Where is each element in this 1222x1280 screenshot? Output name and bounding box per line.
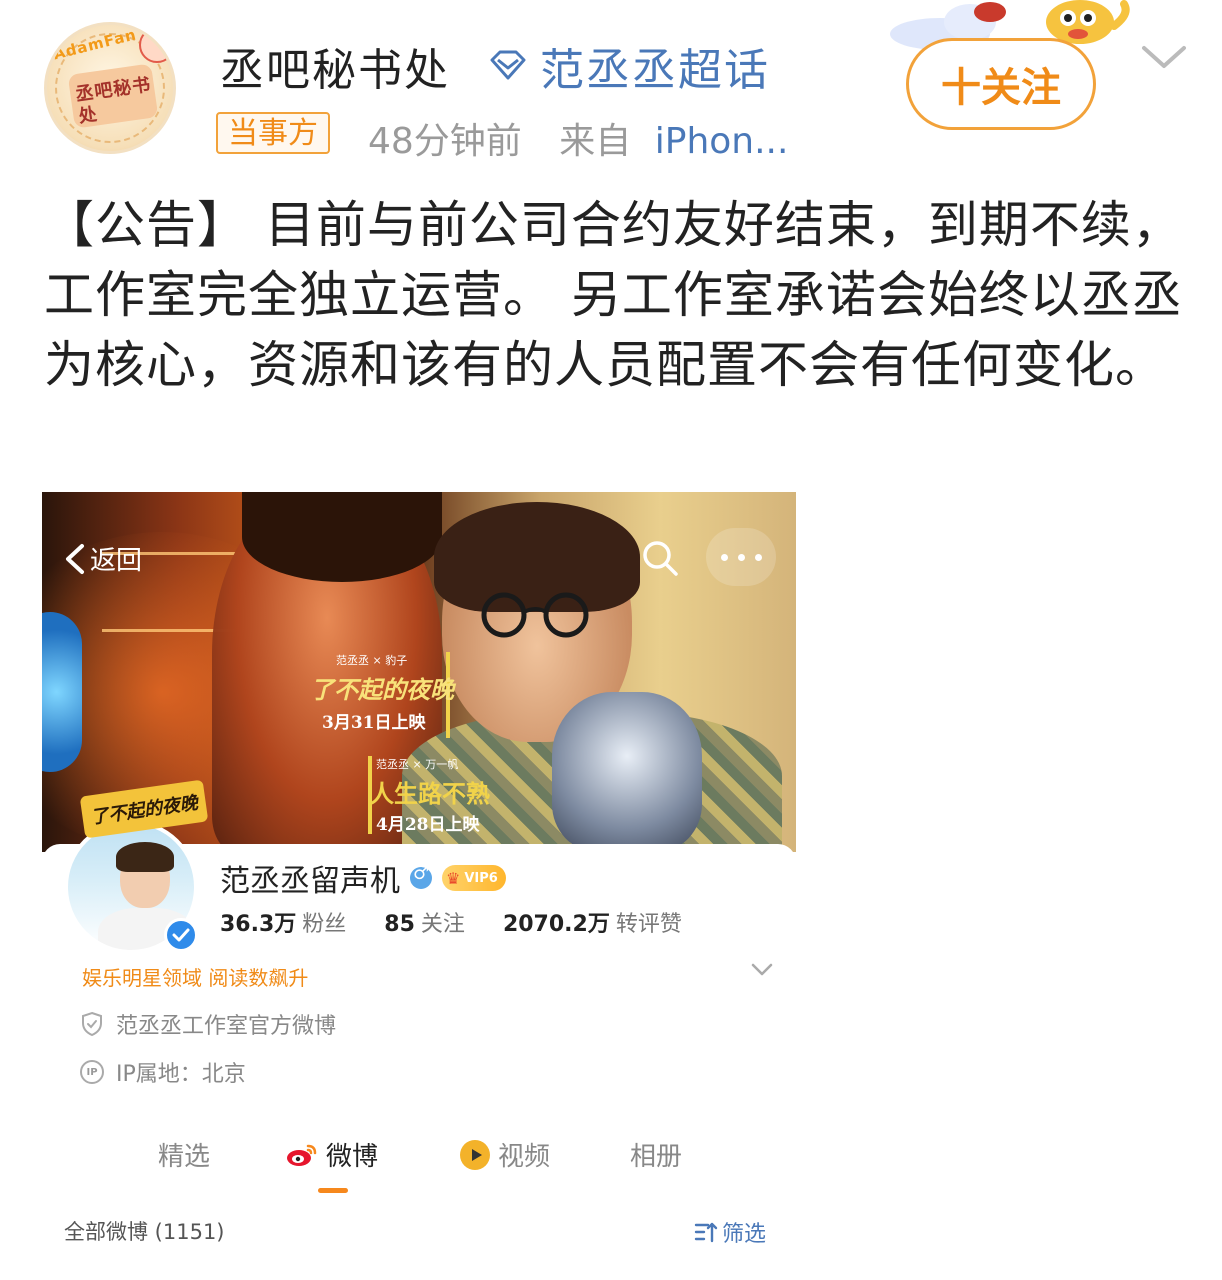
vip-label: VIP6 [464, 870, 498, 886]
poster1-date: 3月31日上映 [322, 713, 426, 733]
stat-following-label: 关注 [420, 912, 465, 937]
profile-stats: 36.3万 粉丝 85 关注 2070.2万 转评赞 [220, 906, 682, 938]
chevron-down-icon[interactable] [1140, 44, 1188, 72]
stat-interactions: 2070.2万 转评赞 [503, 906, 682, 938]
embedded-profile-screenshot[interactable]: 范丞丞 × 豹子 了不起的夜晚 3月31日上映 范丞丞 × 万一帆 人生路不熟 … [42, 492, 796, 1247]
profile-avatar-hair [116, 842, 174, 872]
verification-line: 范丞丞工作室官方微博 [80, 1008, 336, 1040]
avatar-cartoon-face [139, 27, 173, 63]
poster2-title: 人生路不熟 [370, 779, 490, 808]
post-body-text: 【公告】 目前与前公司合约友好结束，到期不续，工作室完全独立运营。 另工作室承诺… [44, 196, 1183, 394]
back-label: 返回 [90, 546, 143, 576]
follow-button[interactable]: 十关注 [906, 38, 1096, 130]
banner-blue-light [42, 612, 82, 772]
weibo-icon [287, 1144, 317, 1166]
domain-tag[interactable]: 娱乐明星领域 阅读数飙升 [82, 962, 308, 991]
chevron-down-icon[interactable] [750, 962, 774, 978]
verified-icon [164, 918, 198, 952]
profile-tabs: 精选 微博 视频 相册 [42, 1136, 796, 1193]
tab-weibo[interactable]: 微博 [286, 1136, 378, 1173]
video-icon [460, 1139, 490, 1170]
ip-text: IP属地：北京 [116, 1062, 246, 1087]
banner-person-left-hair [242, 492, 442, 582]
filter-icon [694, 1222, 718, 1243]
tab-video[interactable]: 视频 [460, 1136, 550, 1173]
male-icon [410, 863, 432, 889]
post-author-name[interactable]: 丞吧秘书处 [220, 34, 450, 98]
movie-poster-1: 范丞丞 × 豹子 了不起的夜晚 3月31日上映 [310, 648, 472, 744]
more-icon[interactable] [706, 528, 776, 586]
all-posts-count[interactable]: 全部微博 (1151) [64, 1216, 225, 1246]
stat-fans-label: 粉丝 [302, 912, 347, 937]
vip-badge[interactable]: ♛ VIP6 [442, 865, 506, 891]
back-button[interactable]: 返回 [62, 540, 142, 577]
tab-featured[interactable]: 精选 [158, 1136, 210, 1173]
tab-weibo-label: 微博 [326, 1142, 379, 1172]
post-source-prefix: 来自 [559, 121, 632, 162]
profile-card: 了不起的夜晚 范丞丞留声机 ♛ VIP6 36.3万粉丝 85关注 2070.2… [42, 779, 796, 1247]
vip-crown-icon: ♛ [446, 868, 461, 888]
ip-icon: IP [80, 1060, 104, 1084]
poster2-date: 4月28日上映 [376, 815, 480, 835]
search-icon[interactable] [640, 538, 680, 578]
profile-name-row: 范丞丞留声机 ♛ VIP6 [220, 856, 506, 900]
stat-following[interactable]: 85 关注 [384, 906, 465, 938]
profile-name: 范丞丞留声机 [220, 864, 400, 899]
super-topic-label: 范丞丞超话 [540, 45, 770, 96]
stat-fans-num: 36.3万 [220, 912, 297, 937]
filter-label: 筛选 [722, 1222, 767, 1247]
ip-line: IP IP属地：北京 [80, 1056, 246, 1088]
stat-interactions-label: 转评赞 [615, 912, 682, 937]
verification-text: 范丞丞工作室官方微博 [116, 1014, 337, 1039]
diamond-icon [490, 50, 526, 80]
post-meta: 48分钟前 来自 iPhon... [368, 112, 788, 164]
poster1-credits: 范丞丞 × 豹子 [336, 654, 408, 667]
stat-fans[interactable]: 36.3万 粉丝 [220, 906, 346, 938]
super-topic-link[interactable]: 范丞丞超话 [486, 34, 770, 98]
post-source-link[interactable]: iPhon... [655, 121, 789, 162]
active-tab-indicator [318, 1188, 348, 1193]
banner-trophy [552, 692, 702, 852]
back-arrow-icon [66, 543, 84, 574]
poster2-credits: 范丞丞 × 万一帆 [376, 758, 459, 771]
author-avatar[interactable]: AdamFan 丞吧秘书处 [44, 22, 176, 154]
tab-album-label: 相册 [630, 1142, 683, 1172]
shield-icon [82, 1011, 102, 1037]
banner-glasses [481, 592, 589, 638]
stat-interactions-num: 2070.2万 [502, 912, 610, 937]
tab-featured-label: 精选 [158, 1142, 211, 1172]
movie-poster-2: 范丞丞 × 万一帆 人生路不熟 4月28日上映 [364, 752, 504, 838]
poster1-title: 了不起的夜晚 [310, 675, 454, 704]
filter-button[interactable]: 筛选 [694, 1216, 766, 1248]
stat-following-num: 85 [384, 912, 415, 937]
stakeholder-badge: 当事方 [216, 112, 330, 154]
post-time: 48分钟前 [368, 121, 522, 162]
tab-album[interactable]: 相册 [630, 1136, 682, 1173]
tab-video-label: 视频 [498, 1142, 551, 1172]
